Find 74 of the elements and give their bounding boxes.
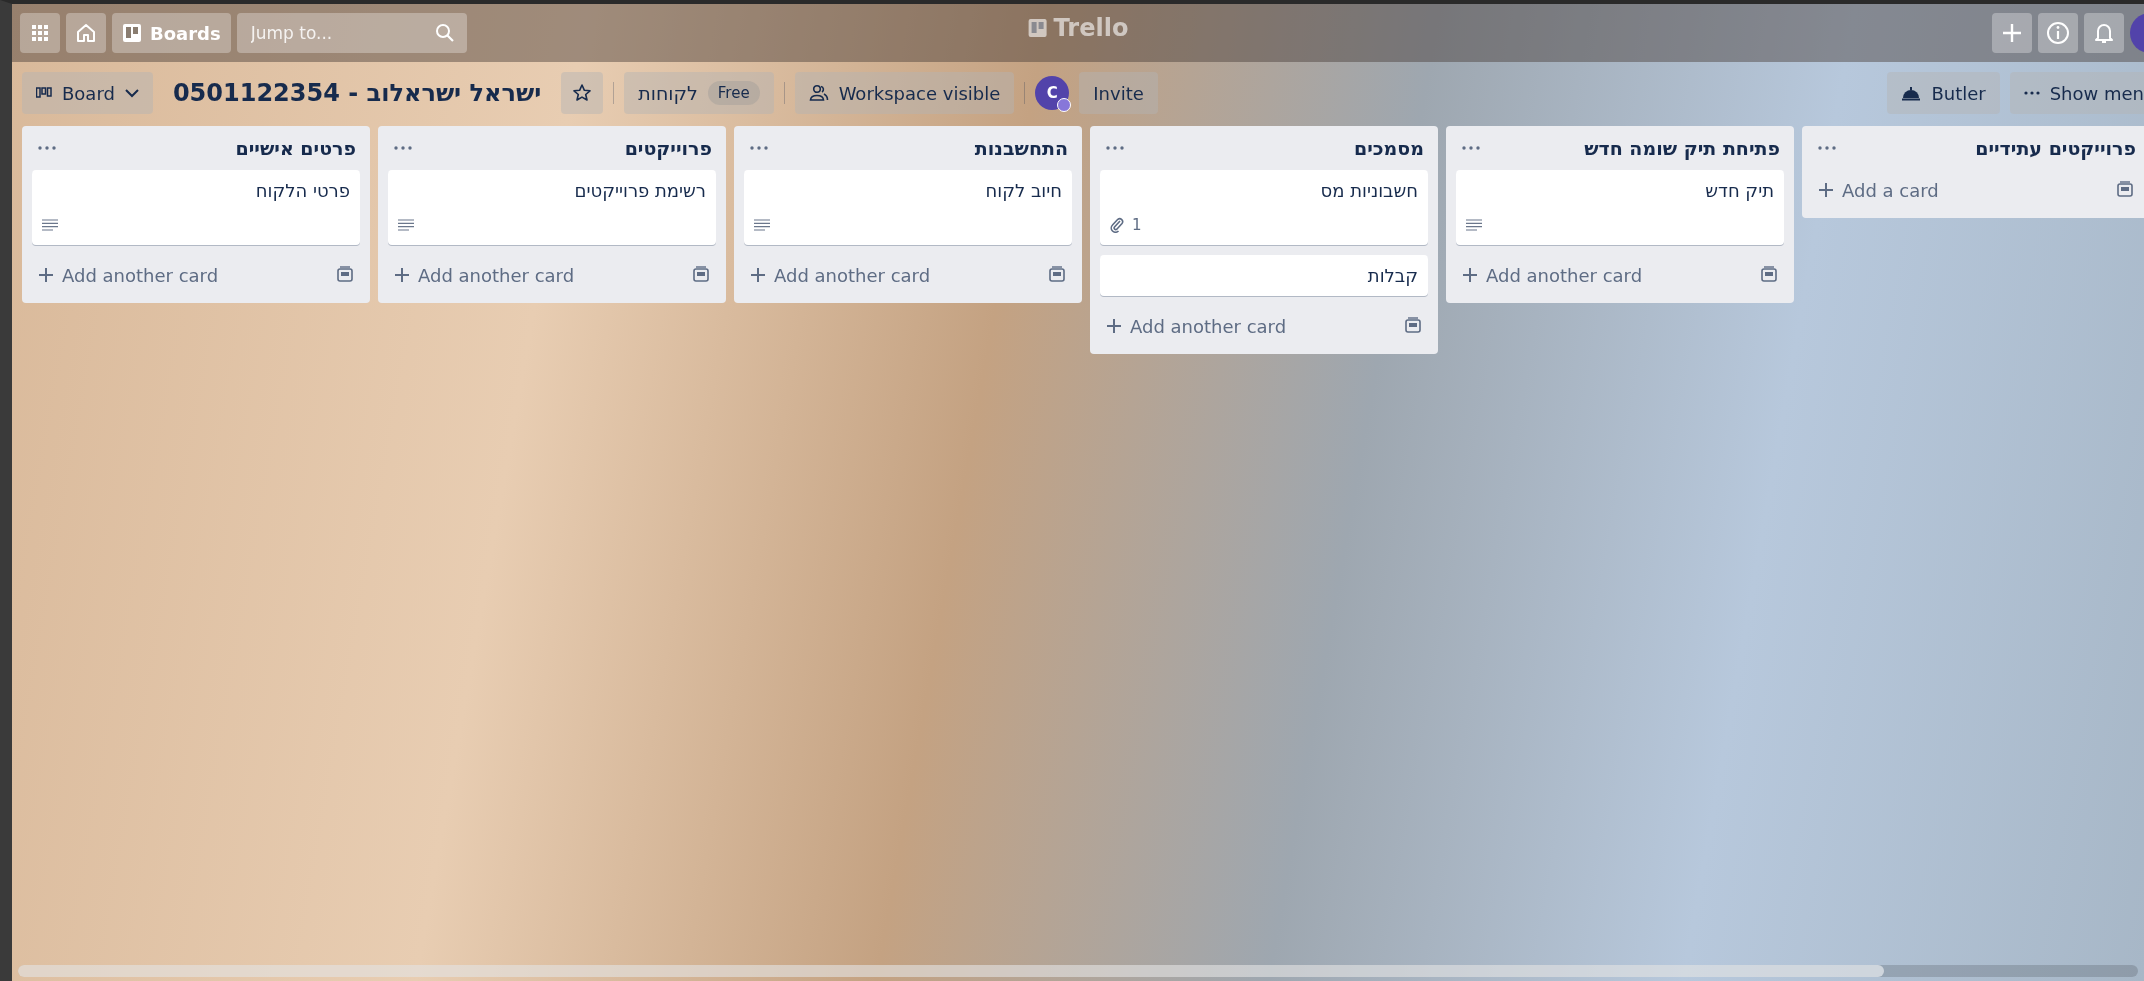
create-button[interactable] — [1992, 13, 2032, 53]
more-icon[interactable] — [1106, 146, 1124, 150]
chevron-down-icon — [124, 88, 139, 98]
board-view-button[interactable]: Board — [22, 72, 153, 114]
plus-icon — [750, 267, 766, 283]
board-title[interactable]: 0501122354 - ישראל ישראלוב — [172, 79, 542, 107]
grid-icon — [31, 24, 49, 42]
card-title: קבלות — [1366, 265, 1418, 286]
plus-icon — [2001, 22, 2023, 44]
notifications-button[interactable] — [2084, 13, 2124, 53]
add-card-button[interactable]: Add another card — [388, 257, 581, 293]
card[interactable]: תיק חדש — [1456, 170, 1784, 245]
attachment-count: 1 — [1132, 216, 1142, 234]
template-icon[interactable] — [692, 266, 710, 284]
home-button[interactable] — [66, 13, 106, 53]
list-title[interactable]: התחשבנות — [974, 137, 1068, 159]
list-title[interactable]: פתיחת תיק שומה חדש — [1584, 137, 1780, 159]
invite-button[interactable]: Invite — [1079, 72, 1158, 114]
card-title: רשימת פרוייקטים — [573, 180, 706, 201]
template-icon[interactable] — [336, 266, 354, 284]
template-icon[interactable] — [1048, 266, 1066, 284]
more-icon[interactable] — [394, 146, 412, 150]
search-icon — [434, 23, 455, 43]
list-title[interactable]: מסמכים — [1354, 137, 1424, 159]
card-title: תיק חדש — [1704, 180, 1774, 201]
bell-icon — [2094, 22, 2114, 44]
plus-icon — [1462, 267, 1478, 283]
logo-text: Trello — [1053, 14, 1129, 42]
member-avatar[interactable]: C — [1035, 76, 1070, 110]
star-button[interactable] — [561, 72, 604, 114]
plus-icon — [394, 267, 410, 283]
board-icon — [1027, 18, 1048, 38]
more-icon[interactable] — [1462, 146, 1480, 150]
card-title: חשבוניות מס — [1319, 180, 1418, 201]
add-card-button[interactable]: Add another card — [1456, 257, 1649, 293]
card[interactable]: רשימת פרוייקטים — [388, 170, 716, 245]
paperclip-icon — [1110, 217, 1124, 233]
add-card-button[interactable]: Add another card — [744, 257, 937, 293]
card-title: חיוב לקוח — [984, 180, 1062, 201]
list-title[interactable]: פרטים אישיים — [235, 137, 356, 159]
add-card-button[interactable]: Add another card — [1100, 308, 1293, 344]
board-view-icon — [36, 87, 52, 99]
template-icon[interactable] — [1404, 317, 1422, 335]
add-card-button[interactable]: Add another card — [32, 257, 225, 293]
butler-button[interactable]: Butler — [1887, 72, 2000, 114]
more-icon[interactable] — [750, 146, 768, 150]
list-title[interactable]: פרוייקטים עתידיים — [1975, 137, 2136, 159]
card[interactable]: פרטי הלקוח — [32, 170, 360, 245]
visibility-button[interactable]: Workspace visible — [794, 72, 1015, 114]
service-bell-icon — [1901, 85, 1922, 101]
apps-button[interactable] — [20, 13, 60, 53]
template-icon[interactable] — [2116, 181, 2134, 199]
plan-badge: Free — [707, 81, 760, 105]
more-icon — [2023, 91, 2040, 95]
info-icon — [2046, 21, 2070, 45]
admin-badge-icon — [1057, 98, 1072, 112]
board-icon — [122, 23, 142, 43]
show-menu-button[interactable]: Show men — [2009, 72, 2144, 114]
workspace-name: לקוחות — [638, 82, 698, 104]
people-icon — [808, 84, 829, 102]
card[interactable]: חיוב לקוח — [744, 170, 1072, 245]
horizontal-scrollbar[interactable] — [18, 965, 2138, 977]
more-icon[interactable] — [38, 146, 56, 150]
more-icon[interactable] — [1818, 146, 1836, 150]
add-card-button[interactable]: Add a card — [1812, 172, 1945, 208]
list-title[interactable]: פרוייקטים — [624, 137, 712, 159]
home-icon — [75, 22, 97, 44]
card[interactable]: קבלות — [1100, 255, 1428, 296]
plus-icon — [38, 267, 54, 283]
template-icon[interactable] — [1760, 266, 1778, 284]
plus-icon — [1818, 182, 1834, 198]
info-button[interactable] — [2038, 13, 2078, 53]
plus-icon — [1106, 318, 1122, 334]
card-title: פרטי הלקוח — [254, 180, 350, 201]
